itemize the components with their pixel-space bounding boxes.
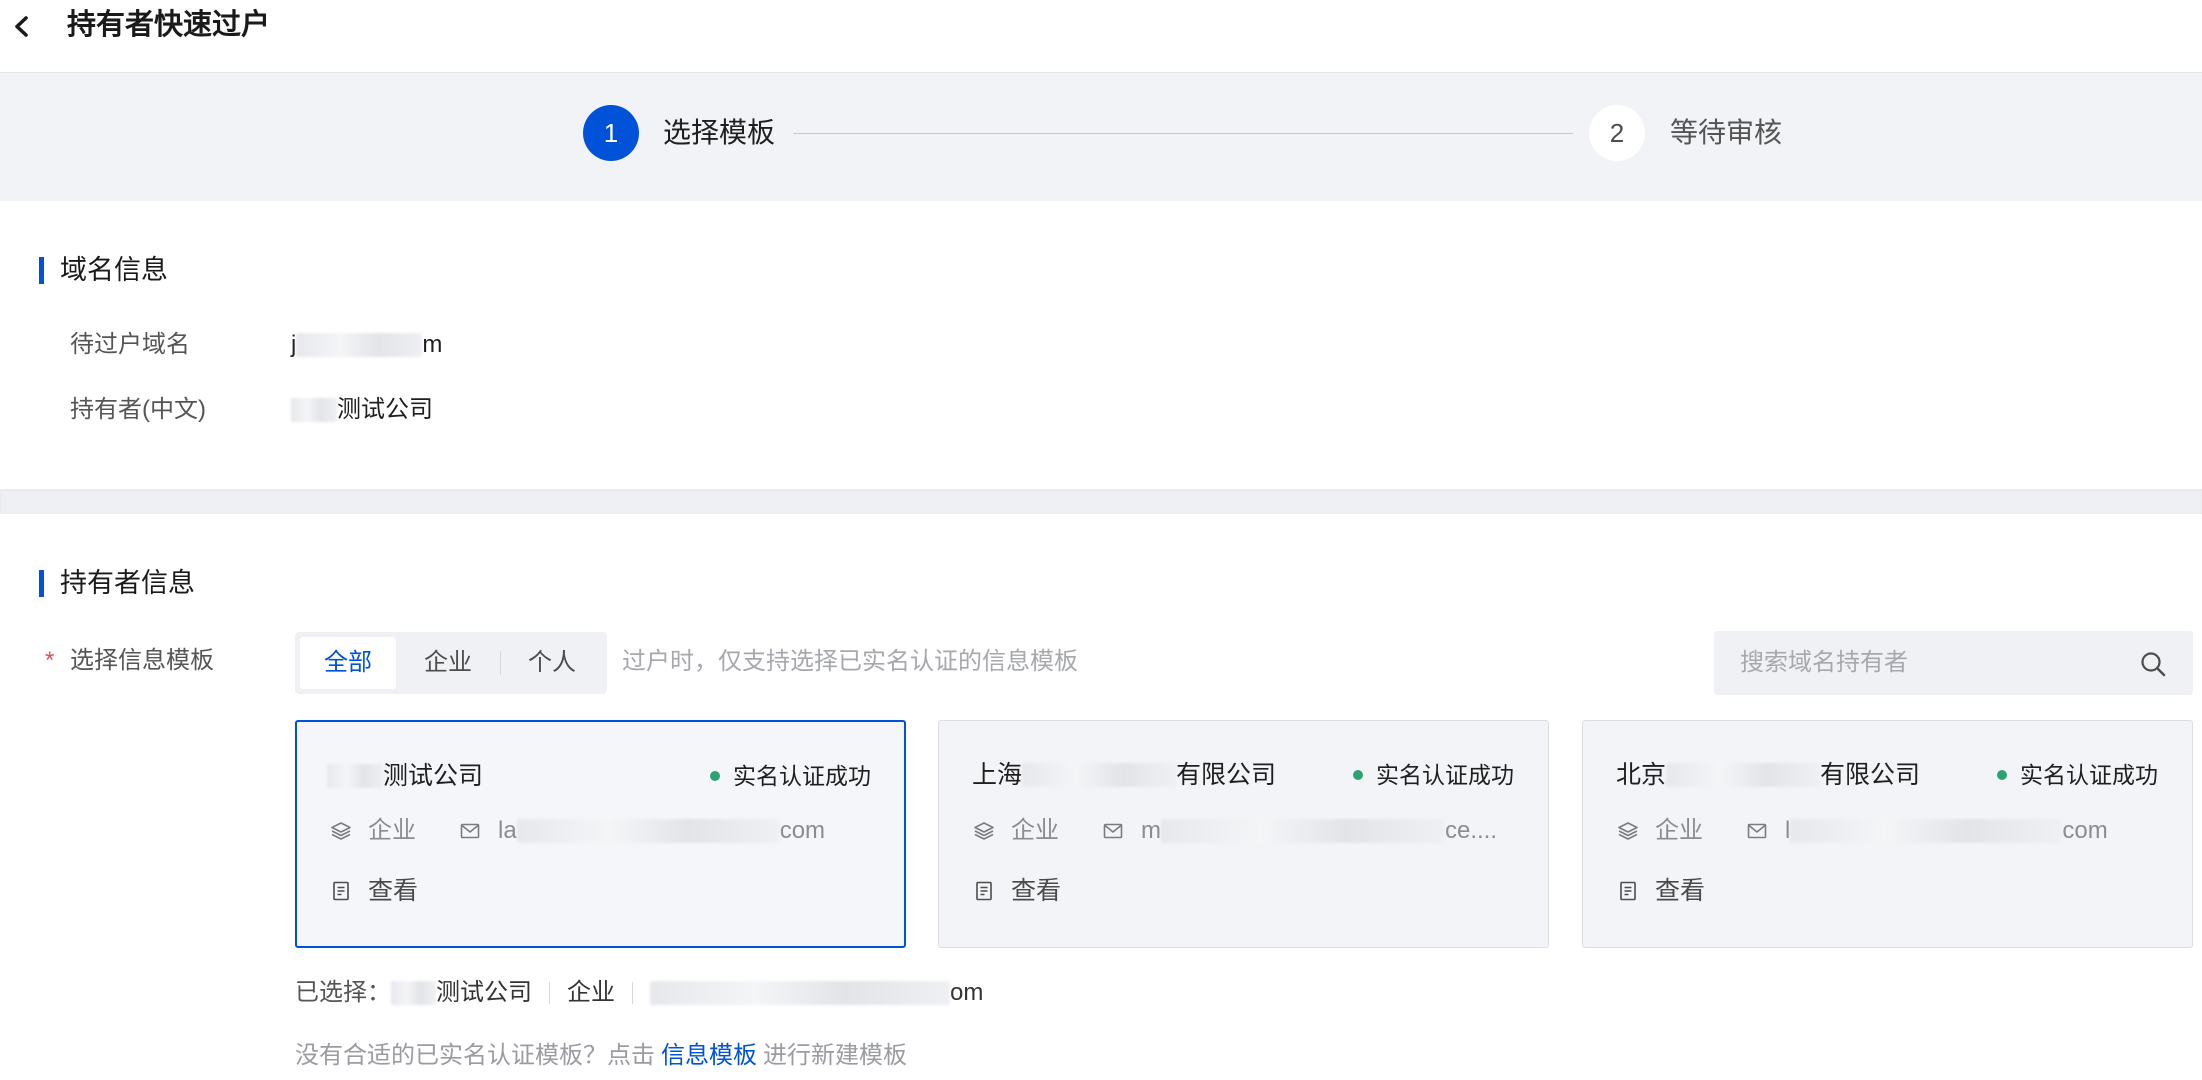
verification-status: 实名认证成功 [710, 759, 871, 793]
footer-prefix: 没有合适的已实名认证模板？点击 [295, 1042, 655, 1069]
section-divider [0, 489, 2202, 514]
page-title: 持有者快速过户 [67, 9, 271, 41]
domain-suffix: m [422, 331, 443, 358]
create-template-hint: 没有合适的已实名认证模板？点击 信息模板 进行新建模板 [295, 1039, 907, 1073]
layers-icon [974, 822, 994, 840]
masked-text [296, 333, 423, 357]
page-header: 持有者快速过户 [0, 0, 2202, 73]
view-button[interactable]: 查看 [1011, 874, 1061, 908]
footer-suffix: 进行新建模板 [763, 1042, 907, 1069]
tab-individual[interactable]: 个人 [501, 637, 603, 689]
holder-cn-label: 持有者(中文) [70, 396, 206, 423]
required-mark: * [45, 647, 55, 674]
card-type: 企业 [368, 817, 416, 844]
holder-info-heading: 持有者信息 [60, 568, 195, 598]
masked-text [1161, 819, 1445, 843]
card-type: 企业 [1011, 817, 1059, 844]
holder-cn-value: 测试公司 [291, 393, 433, 427]
holder-cn-suffix: 测试公司 [337, 396, 433, 423]
masked-text [291, 398, 337, 422]
tab-enterprise[interactable]: 企业 [396, 637, 500, 689]
layers-icon [1618, 822, 1638, 840]
step-2-label: 等待审核 [1670, 117, 1783, 148]
masked-text [1790, 819, 2063, 843]
masked-text [516, 819, 780, 843]
domain-info-heading: 域名信息 [60, 255, 168, 285]
mail-icon [460, 823, 480, 839]
card-title-suffix: 测试公司 [383, 762, 484, 790]
tab-all[interactable]: 全部 [300, 637, 396, 689]
mail-icon [1747, 823, 1767, 839]
template-card[interactable]: 测试公司 实名认证成功 企业 la com 查看 [295, 720, 906, 948]
card-title-suffix: 有限公司 [1176, 761, 1277, 789]
info-template-link[interactable]: 信息模板 [661, 1042, 757, 1069]
card-title: 北京 有限公司 [1616, 758, 1920, 792]
card-type: 企业 [1655, 817, 1703, 844]
template-card[interactable]: 北京 有限公司 实名认证成功 企业 l com 查看 [1582, 720, 2193, 948]
verification-status: 实名认证成功 [1353, 758, 1514, 792]
selected-email-suffix: om [950, 979, 984, 1006]
email-suffix: com [779, 817, 826, 844]
email-suffix: ce.... [1445, 817, 1498, 844]
card-email: m ce.... [1141, 814, 1497, 848]
selected-summary: 已选择： 测试公司 企业 om [295, 976, 983, 1010]
steps-bar: 1 选择模板 2 等待审核 [0, 73, 2202, 201]
template-hint: 过户时，仅支持选择已实名认证的信息模板 [622, 648, 1078, 675]
step-1-label: 选择模板 [663, 117, 776, 148]
template-field-label: 选择信息模板 [70, 647, 214, 674]
section-marker [39, 570, 44, 597]
step-1-index: 1 [583, 105, 639, 161]
selected-label: 已选择： [295, 979, 391, 1006]
card-email: l com [1785, 814, 2108, 848]
status-dot [710, 771, 720, 781]
masked-text [1666, 763, 1821, 787]
template-card[interactable]: 上海 有限公司 实名认证成功 企业 m ce.... 查看 [938, 720, 1549, 948]
selected-name: 测试公司 [436, 979, 532, 1006]
layers-icon [331, 822, 351, 840]
status-text: 实名认证成功 [1376, 762, 1514, 788]
document-icon [976, 881, 992, 901]
section-marker [39, 257, 44, 284]
masked-text [327, 764, 383, 788]
search-icon[interactable] [2139, 650, 2167, 678]
summary-divider [549, 982, 550, 1004]
status-text: 实名认证成功 [733, 763, 871, 789]
card-title-prefix: 上海 [972, 761, 1023, 789]
view-button[interactable]: 查看 [368, 874, 418, 908]
masked-text [391, 981, 436, 1005]
holder-type-tabs: 全部 企业 个人 [295, 632, 607, 694]
back-button[interactable] [5, 10, 37, 42]
verification-status: 实名认证成功 [1997, 758, 2158, 792]
search-input[interactable] [1714, 631, 2134, 695]
masked-text [650, 981, 950, 1005]
mail-icon [1103, 823, 1123, 839]
card-title: 上海 有限公司 [972, 758, 1276, 792]
masked-text [1022, 763, 1177, 787]
selected-type: 企业 [567, 979, 615, 1006]
status-dot [1353, 770, 1363, 780]
chevron-left-icon [15, 16, 28, 37]
card-email: la com [498, 814, 825, 848]
card-title-prefix: 北京 [1616, 761, 1667, 789]
holder-search [1714, 631, 2193, 695]
email-prefix: m [1141, 817, 1161, 844]
card-title: 测试公司 [327, 759, 483, 793]
status-text: 实名认证成功 [2020, 762, 2158, 788]
view-button[interactable]: 查看 [1655, 874, 1705, 908]
pending-domain-label: 待过户域名 [70, 331, 190, 358]
document-icon [1620, 881, 1636, 901]
summary-divider [632, 982, 633, 1004]
email-suffix: com [2062, 817, 2108, 844]
pending-domain-value: j m [291, 328, 442, 362]
step-2-index: 2 [1589, 105, 1645, 161]
email-prefix: la [498, 817, 517, 844]
card-title-suffix: 有限公司 [1820, 761, 1921, 789]
step-connector [793, 133, 1573, 134]
document-icon [333, 881, 349, 901]
status-dot [1997, 770, 2007, 780]
